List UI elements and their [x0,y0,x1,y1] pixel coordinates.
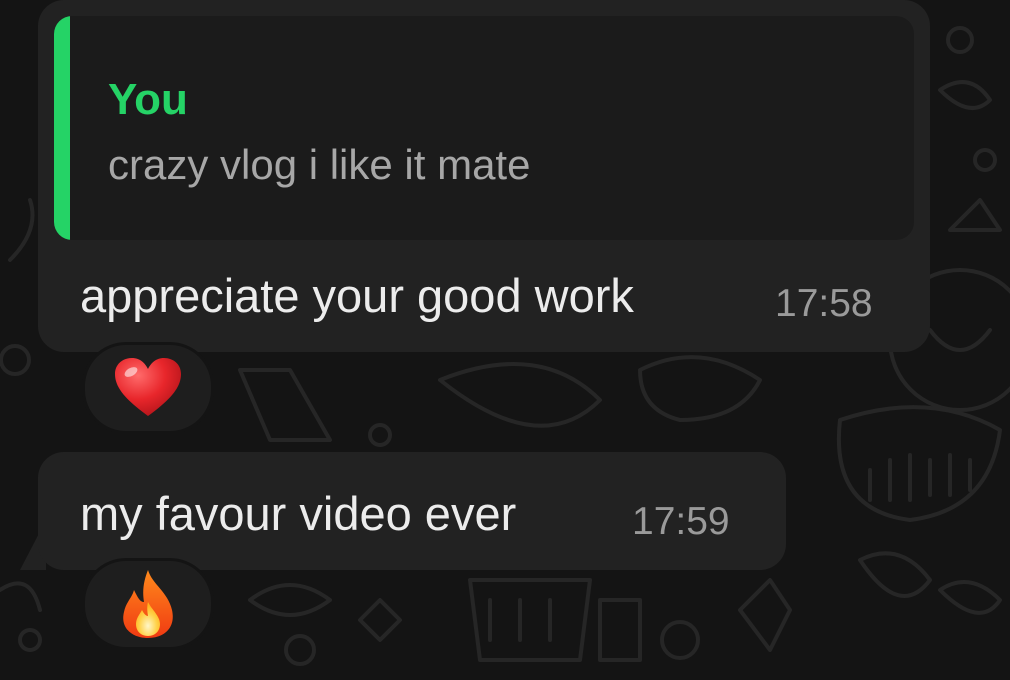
quoted-reply[interactable]: You crazy vlog i like it mate [54,16,914,240]
message-timestamp: 17:58 [775,282,873,325]
reaction-badge[interactable] [82,342,214,434]
fire-icon [123,570,173,638]
quote-accent-bar [54,16,70,240]
message-timestamp: 17:59 [632,500,730,543]
message-text: my favour video ever [80,487,517,540]
red-heart-icon [115,358,181,416]
message-text: appreciate your good work [80,269,634,322]
quoted-reply-author: You [108,75,188,124]
quoted-reply-text: crazy vlog i like it mate [108,141,531,188]
reaction-badge[interactable] [82,558,214,650]
